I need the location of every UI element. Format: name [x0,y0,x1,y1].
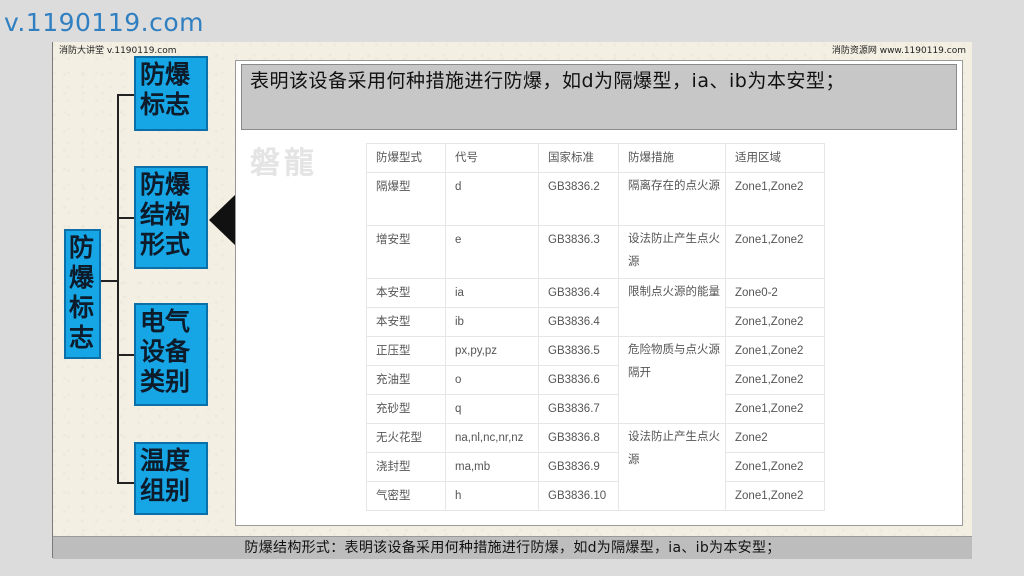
tree-node-temperature-group[interactable]: 温度 组别 [134,442,208,515]
cell-standard: GB3836.2 [538,172,619,226]
cell-type: 增安型 [366,225,446,279]
cell-standard: GB3836.7 [538,394,619,424]
table-row: 无火花型 na,nl,nc,nr,nz GB3836.8 设法防止产生点火源 Z… [366,423,825,511]
subtitle-bar: 防爆结构形式：表明该设备采用何种措施进行防爆，如d为隔爆型，ia、ib为本安型； [53,536,972,559]
cell-type: 无火花型 [366,423,446,453]
explosion-protection-table: 防爆型式 代号 国家标准 防爆措施 适用区域 隔爆型 d GB3836.2 隔离… [366,143,825,511]
cell-standard: GB3836.10 [538,481,619,511]
cell-zone: Zone1,Zone2 [725,172,825,226]
cell-measure: 设法防止产生点火源 [618,423,726,511]
cell-type: 正压型 [366,336,446,366]
table-row: 正压型 px,py,pz GB3836.5 危险物质与点火源隔开 Zone1,Z… [366,336,825,424]
tree-node-equipment-class[interactable]: 电气 设备 类别 [134,303,208,406]
cell-measure: 危险物质与点火源隔开 [618,336,726,424]
cell-code: na,nl,nc,nr,nz [445,423,539,453]
col-header-standard: 国家标准 [538,143,619,173]
col-header-type: 防爆型式 [366,143,446,173]
cell-code: d [445,172,539,226]
cell-code: h [445,481,539,511]
cell-code: o [445,365,539,395]
cell-code: ia [445,278,539,308]
table-row: 隔爆型 d GB3836.2 隔离存在的点火源 Zone1,Zone2 [366,172,825,226]
header-left-text: 消防大讲堂 v.1190119.com [59,46,177,56]
cell-standard: GB3836.9 [538,452,619,482]
description-callout: 表明该设备采用何种措施进行防爆，如d为隔爆型，ia、ib为本安型； [241,64,957,130]
cell-code: px,py,pz [445,336,539,366]
cell-standard: GB3836.4 [538,278,619,308]
tree-node-marking[interactable]: 防爆 标志 [134,56,208,131]
cell-zone: Zone1,Zone2 [725,365,825,395]
cell-code: ib [445,307,539,337]
table-row: 气密型 h GB3836.10 Zone1,Zone2 [366,481,825,511]
faint-logo: 磐龍 [250,146,318,181]
cell-standard: GB3836.6 [538,365,619,395]
col-header-measure: 防爆措施 [618,143,726,173]
cell-type: 气密型 [366,481,446,511]
cell-zone: Zone1,Zone2 [725,394,825,424]
tree-connector-2 [117,217,135,219]
cell-zone: Zone1,Zone2 [725,452,825,482]
header-right-text: 消防资源网 www.1190119.com [831,46,966,56]
cell-code: e [445,225,539,279]
cell-measure: 设法防止产生点火源 [618,225,726,279]
slide: 消防大讲堂 v.1190119.com 消防资源网 www.1190119.co… [52,42,972,559]
cell-code: q [445,394,539,424]
col-header-code: 代号 [445,143,539,173]
table-row: 增安型 e GB3836.3 设法防止产生点火源 Zone1,Zone2 [366,225,825,279]
tree-connector-3 [117,354,135,356]
table-row: 浇封型 ma,mb GB3836.9 Zone1,Zone2 [366,452,825,482]
cell-zone: Zone1,Zone2 [725,336,825,366]
cell-type: 浇封型 [366,452,446,482]
table-header-row: 防爆型式 代号 国家标准 防爆措施 适用区域 [366,143,825,173]
tree-node-structure[interactable]: 防爆 结构 形式 [134,166,208,269]
cell-standard: GB3836.4 [538,307,619,337]
table-row: 充油型 o GB3836.6 Zone1,Zone2 [366,365,825,395]
table-row: 本安型 ib GB3836.4 Zone1,Zone2 [366,307,825,337]
cell-type: 隔爆型 [366,172,446,226]
tree-root-box[interactable]: 防 爆 标 志 [64,229,101,359]
cell-zone: Zone1,Zone2 [725,225,825,279]
cell-zone: Zone1,Zone2 [725,307,825,337]
cell-zone: Zone0-2 [725,278,825,308]
cell-type: 充砂型 [366,394,446,424]
cell-zone: Zone1,Zone2 [725,481,825,511]
pointer-arrow-icon [209,194,236,246]
tree-connector-1 [117,94,135,96]
cell-type: 充油型 [366,365,446,395]
table-row: 充砂型 q GB3836.7 Zone1,Zone2 [366,394,825,424]
tree-connector-4 [117,482,135,484]
table-row: 本安型 ia GB3836.4 限制点火源的能量 Zone0-2 [366,278,825,337]
cell-code: ma,mb [445,452,539,482]
cell-measure: 限制点火源的能量 [618,278,726,337]
cell-standard: GB3836.8 [538,423,619,453]
col-header-zone: 适用区域 [725,143,825,173]
cell-measure: 隔离存在的点火源 [618,172,726,226]
cell-type: 本安型 [366,278,446,308]
tree-connector-root [101,280,119,282]
cell-zone: Zone2 [725,423,825,453]
tree-connector-vertical [117,94,119,484]
site-watermark: v.1190119.com [4,8,204,37]
cell-standard: GB3836.5 [538,336,619,366]
cell-type: 本安型 [366,307,446,337]
cell-standard: GB3836.3 [538,225,619,279]
